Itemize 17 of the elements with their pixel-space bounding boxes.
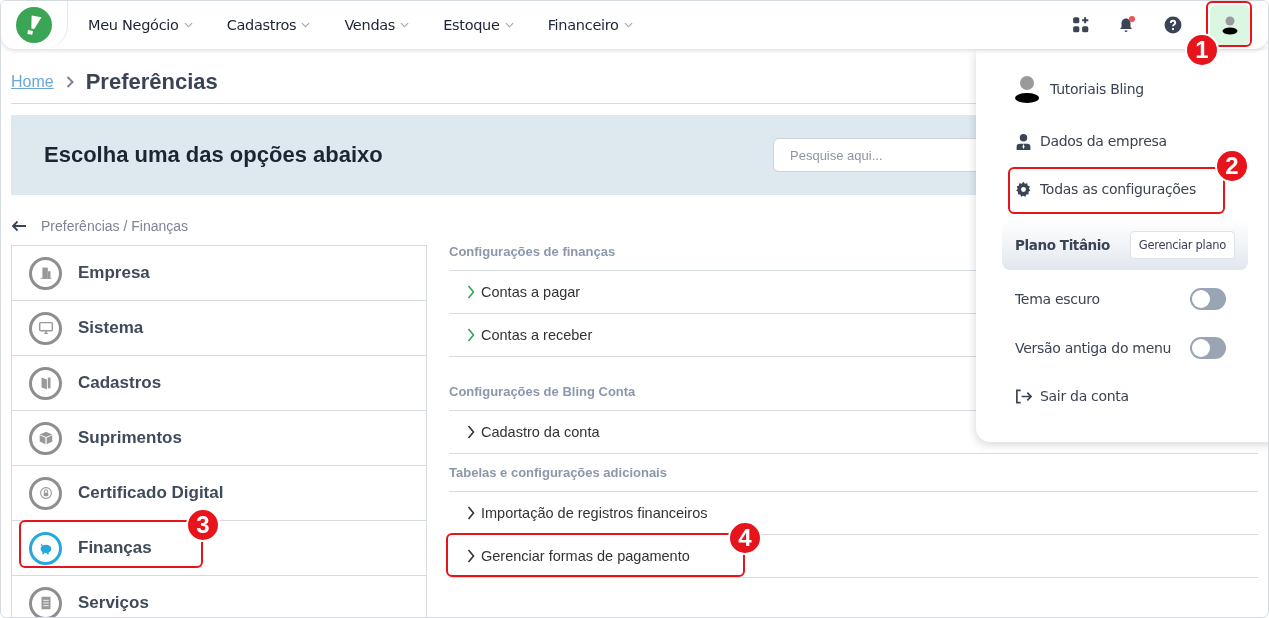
step-badge: 3 xyxy=(186,508,220,542)
category-label: Certificado Digital xyxy=(78,483,224,503)
step-badge: 4 xyxy=(728,521,762,555)
toggle-label: Tema escuro xyxy=(1015,290,1100,307)
step-badge: 2 xyxy=(1215,149,1249,183)
section-heading: Tabelas e configurações adicionais xyxy=(449,466,1258,492)
banner-title: Escolha uma das opções abaixo xyxy=(44,142,383,168)
category-label: Finanças xyxy=(78,538,152,558)
page-title: Preferências xyxy=(85,69,218,95)
category-label: Cadastros xyxy=(78,373,162,393)
category-label: Serviços xyxy=(78,593,149,613)
category-label: Empresa xyxy=(78,263,150,283)
category-label: Sistema xyxy=(78,318,144,338)
breadcrumb-path: Preferências / Finanças xyxy=(41,218,189,234)
toggle-label: Versão antiga do menu xyxy=(1015,339,1172,356)
user-name: Tutoriais Bling xyxy=(1050,81,1144,97)
category-label: Suprimentos xyxy=(78,428,182,448)
